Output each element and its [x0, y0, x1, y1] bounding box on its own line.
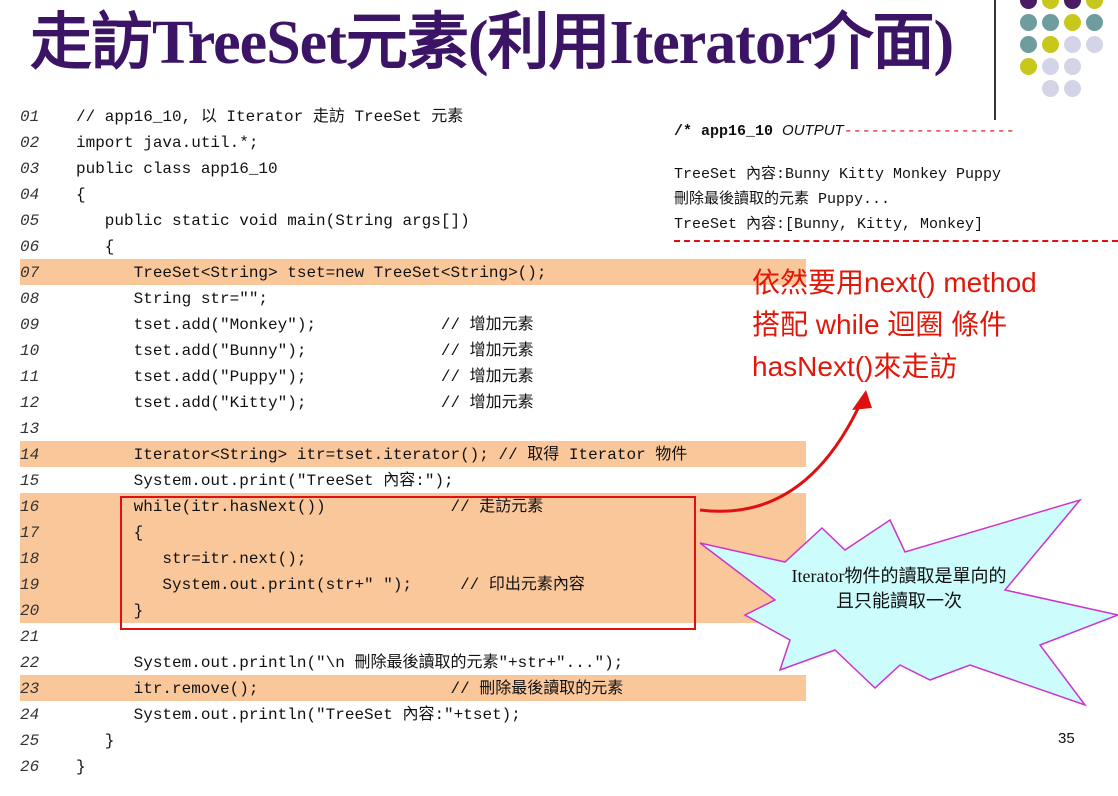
arrowhead: [852, 390, 872, 410]
annotation-overlay: [699, 390, 1118, 707]
starburst-note: Iterator物件的讀取是單向的且只能讀取一次: [791, 566, 1007, 611]
annotation-arrow: [699, 399, 864, 513]
page-number: 35: [1058, 730, 1075, 747]
